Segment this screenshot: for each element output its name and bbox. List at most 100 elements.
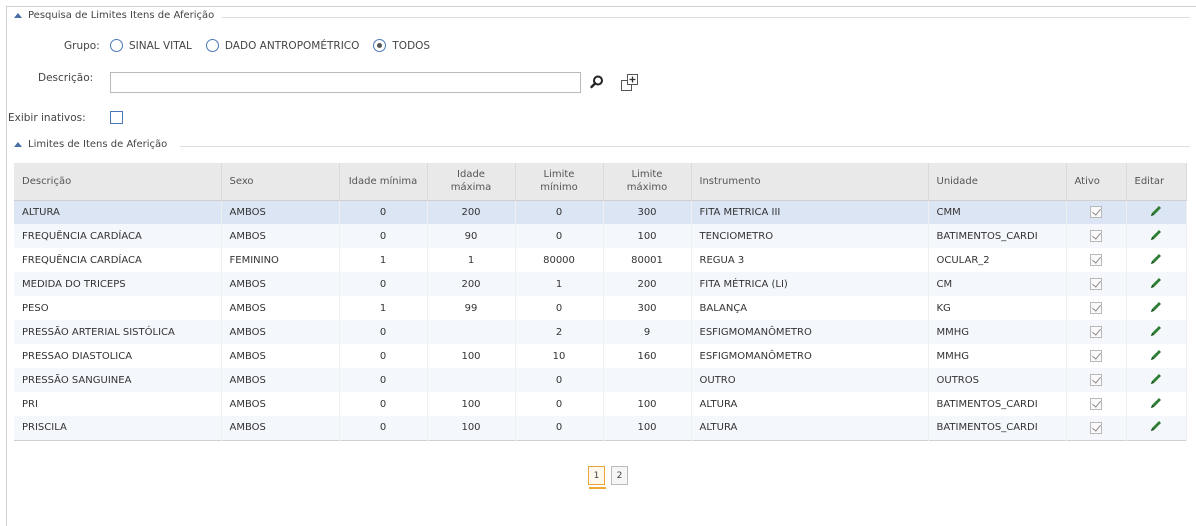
results-panel-header[interactable]: Limites de Itens de Aferição <box>14 139 167 150</box>
col-editar[interactable]: Editar <box>1126 163 1187 201</box>
table-row[interactable]: ALTURA AMBOS 0 200 0 300 FITA METRICA III CMM <box>14 200 1187 224</box>
search-icon[interactable] <box>589 74 605 90</box>
cell-ativo <box>1066 248 1127 272</box>
cell-instrumento: BALANÇA <box>691 296 929 320</box>
caret-up-icon[interactable] <box>14 142 22 147</box>
col-limite-minimo[interactable]: Limite mínimo <box>515 163 604 201</box>
pencil-icon[interactable] <box>1149 277 1163 293</box>
page-button-1[interactable]: 1 <box>588 466 606 489</box>
cell-instrumento: OUTRO <box>691 368 929 392</box>
table-row[interactable]: PRESSÃO SANGUINEA AMBOS 0 0 OUTRO OUTROS <box>14 368 1187 392</box>
cell-ativo <box>1066 392 1127 416</box>
cell-idade-min: 0 <box>339 200 428 224</box>
cell-sexo: AMBOS <box>221 200 340 224</box>
cell-sexo: AMBOS <box>221 272 340 296</box>
cell-ativo <box>1066 320 1127 344</box>
table-row[interactable]: PRESSAO DIASTOLICA AMBOS 0 100 10 160 ESFIGMOM… <box>14 344 1187 368</box>
cell-descricao: PRESSÃO SANGUINEA <box>14 368 222 392</box>
table-row[interactable]: PRESSÃO ARTERIAL SISTÓLICA AMBOS 0 2 9 ESFIGM… <box>14 320 1187 344</box>
cell-idade-max: 200 <box>427 200 516 224</box>
page-button-2[interactable]: 2 <box>611 466 628 485</box>
table-row[interactable]: PESO AMBOS 1 99 0 300 BALANÇA KG <box>14 296 1187 320</box>
exibir-inativos-checkbox[interactable] <box>110 111 123 124</box>
col-idade-minima[interactable]: Idade mínima <box>339 163 428 201</box>
active-page-indicator <box>589 487 606 489</box>
pencil-icon[interactable] <box>1149 373 1163 389</box>
pencil-icon[interactable] <box>1149 205 1163 221</box>
radio-circle-selected[interactable] <box>373 39 387 52</box>
ativo-checkbox <box>1090 254 1102 266</box>
cell-limite-min: 0 <box>515 392 604 416</box>
cell-limite-max: 100 <box>603 392 692 416</box>
radio-sinal-vital[interactable]: SINAL VITAL <box>110 39 192 52</box>
col-limite-maximo[interactable]: Limite máximo <box>603 163 692 201</box>
cell-limite-max <box>603 368 692 392</box>
pencil-icon[interactable] <box>1149 301 1163 317</box>
cell-editar <box>1126 392 1187 416</box>
radio-label-todos: TODOS <box>392 39 431 52</box>
results-panel-title: Limites de Itens de Aferição <box>28 139 168 150</box>
cell-descricao: PRESSÃO ARTERIAL SISTÓLICA <box>14 320 222 344</box>
cell-limite-min: 2 <box>515 320 604 344</box>
cell-limite-max: 300 <box>603 296 692 320</box>
search-panel-header[interactable]: Pesquisa de Limites Itens de Aferição <box>14 10 1190 21</box>
table-row[interactable]: PRISCILA AMBOS 0 100 0 100 ALTURA BATIMENTOS_CA… <box>14 416 1187 440</box>
cell-editar <box>1126 272 1187 296</box>
cell-limite-max: 300 <box>603 200 692 224</box>
search-panel-title: Pesquisa de Limites Itens de Aferição <box>28 10 215 21</box>
pencil-icon[interactable] <box>1149 253 1163 269</box>
cell-limite-max: 160 <box>603 344 692 368</box>
cell-ativo <box>1066 296 1127 320</box>
cell-unidade: BATIMENTOS_CARDI <box>928 224 1067 248</box>
cell-limite-max: 100 <box>603 224 692 248</box>
pencil-icon[interactable] <box>1149 421 1163 436</box>
col-instrumento[interactable]: Instrumento <box>691 163 929 201</box>
cell-editar <box>1126 296 1187 320</box>
cell-ativo <box>1066 416 1127 440</box>
col-descricao[interactable]: Descrição <box>14 163 222 201</box>
cell-idade-max <box>427 368 516 392</box>
radio-circle[interactable] <box>110 39 123 52</box>
cell-instrumento: ESFIGMOMANÔMETRO <box>691 320 929 344</box>
cell-instrumento: REGUA 3 <box>691 248 929 272</box>
cell-unidade: BATIMENTOS_CARDI <box>928 392 1067 416</box>
cell-idade-max: 100 <box>427 416 516 440</box>
descricao-input[interactable] <box>110 72 581 93</box>
cell-ativo <box>1066 368 1127 392</box>
pencil-icon[interactable] <box>1149 349 1163 365</box>
table-row[interactable]: MEDIDA DO TRICEPS AMBOS 0 200 1 200 FITA MÉTRI… <box>14 272 1187 296</box>
col-idade-maxima[interactable]: Idade máxima <box>427 163 516 201</box>
cell-ativo <box>1066 200 1127 224</box>
cell-editar <box>1126 224 1187 248</box>
pencil-icon[interactable] <box>1149 325 1163 341</box>
cell-limite-min: 0 <box>515 368 604 392</box>
cell-unidade: BATIMENTOS_CARDI <box>928 416 1067 440</box>
radio-dado-antropometrico[interactable]: DADO ANTROPOMÉTRICO <box>205 39 359 52</box>
cell-instrumento: ESFIGMOMANÔMETRO <box>691 344 929 368</box>
new-window-icon[interactable] <box>620 73 640 93</box>
radio-label-sinal-vital: SINAL VITAL <box>129 39 192 52</box>
table-row[interactable]: PRI AMBOS 0 100 0 100 ALTURA BATIMENTOS_CARDI <box>14 392 1187 416</box>
table-row[interactable]: FREQUÊNCIA CARDÍACA FEMININO 1 1 80000 80001 R… <box>14 248 1187 272</box>
pencil-icon[interactable] <box>1149 229 1163 245</box>
cell-instrumento: ALTURA <box>691 392 929 416</box>
radio-circle[interactable] <box>205 39 219 52</box>
cell-sexo: AMBOS <box>221 224 340 248</box>
cell-sexo: AMBOS <box>221 392 340 416</box>
radio-todos[interactable]: TODOS <box>373 39 430 52</box>
cell-limite-max: 100 <box>603 416 692 440</box>
grupo-radio-group: SINAL VITAL DADO ANTROPOMÉTRICO TODOS <box>110 39 436 52</box>
cell-unidade: CM <box>928 272 1067 296</box>
col-sexo[interactable]: Sexo <box>221 163 340 201</box>
table-row[interactable]: FREQUÊNCIA CARDÍACA AMBOS 0 90 0 100 TENCIOMET… <box>14 224 1187 248</box>
cell-idade-min: 1 <box>339 248 428 272</box>
cell-ativo <box>1066 272 1127 296</box>
cell-idade-max: 1 <box>427 248 516 272</box>
cell-ativo <box>1066 344 1127 368</box>
cell-instrumento: ALTURA <box>691 416 929 440</box>
pencil-icon[interactable] <box>1149 397 1163 413</box>
col-unidade[interactable]: Unidade <box>928 163 1067 201</box>
col-ativo[interactable]: Ativo <box>1066 163 1127 201</box>
ativo-checkbox <box>1090 350 1102 362</box>
caret-up-icon[interactable] <box>14 13 22 18</box>
